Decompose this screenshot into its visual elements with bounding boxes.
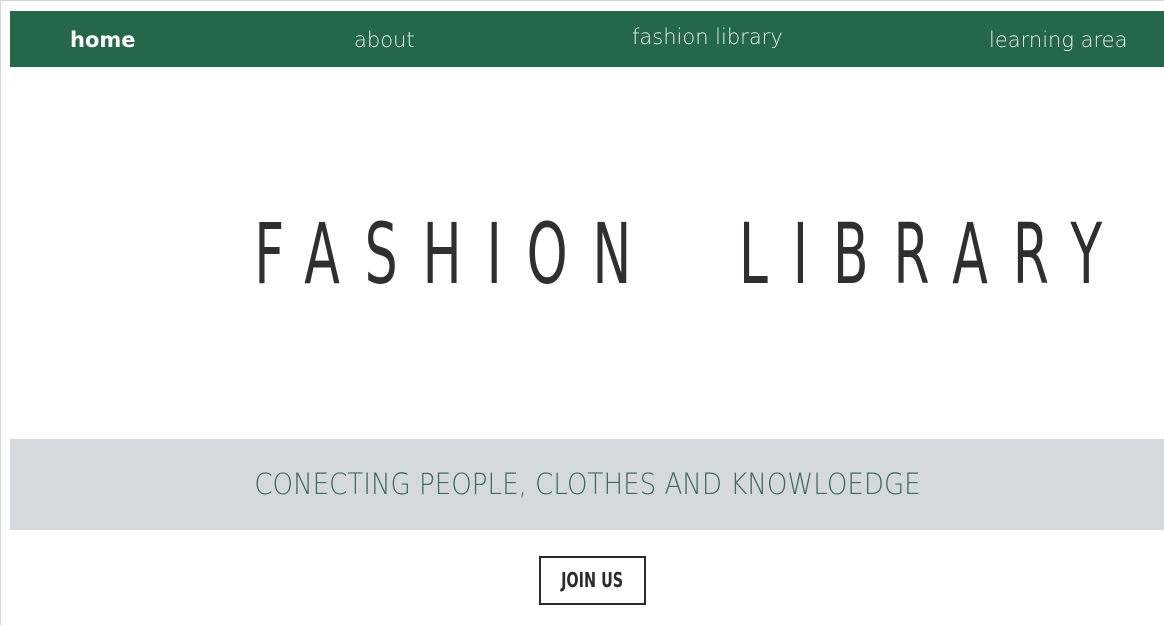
tagline-band: CONECTING PEOPLE, CLOTHES AND KNOWLOEDGE (10, 439, 1164, 530)
nav-item-home[interactable]: home (70, 12, 136, 68)
tagline-text: CONECTING PEOPLE, CLOTHES AND KNOWLOEDGE (254, 467, 921, 501)
hero-title: FASHION LIBRARY (254, 205, 1127, 303)
nav-item-about[interactable]: about (354, 12, 415, 68)
nav-item-learning-area[interactable]: learning area (989, 12, 1127, 68)
join-us-button[interactable]: JOIN US (539, 556, 646, 605)
nav-item-fashion-library[interactable]: fashion library (632, 9, 783, 65)
page-frame: home about fashion library learning area… (0, 0, 1164, 625)
hero-section: FASHION LIBRARY (10, 67, 1164, 439)
top-navigation-bar: home about fashion library learning area (10, 11, 1164, 67)
join-us-button-label: JOIN US (561, 568, 624, 592)
